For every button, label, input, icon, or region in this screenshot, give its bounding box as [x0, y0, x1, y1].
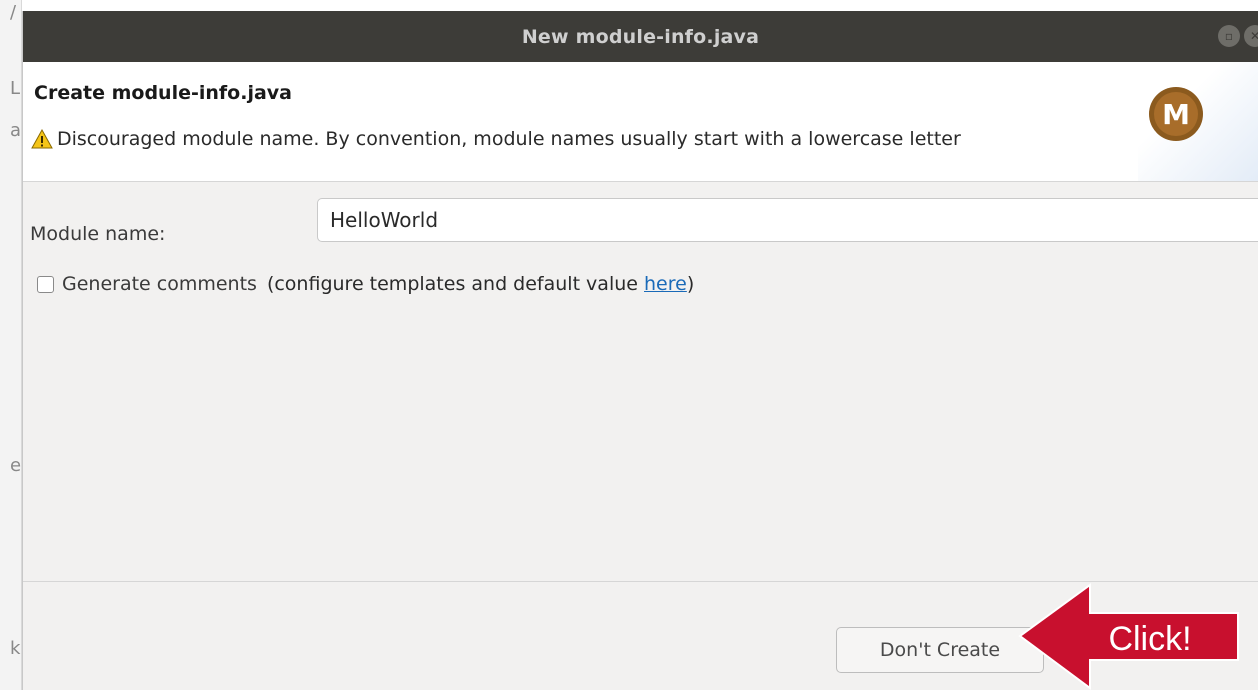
configure-hint-prefix: (configure templates and default value: [266, 273, 644, 295]
configure-hint-suffix: ): [686, 273, 695, 295]
title-bar[interactable]: New module-info.java ▫ ✕: [23, 11, 1258, 62]
background-glyph: e: [10, 455, 22, 476]
module-name-input[interactable]: [317, 198, 1258, 242]
warning-icon: [31, 129, 53, 149]
background-glyph: /: [10, 2, 17, 23]
background-window: / L a e k: [0, 0, 22, 690]
maven-logo-icon: M: [1149, 87, 1203, 141]
warning-message: Discouraged module name. By convention, …: [31, 128, 961, 150]
dont-create-button[interactable]: Don't Create: [836, 627, 1044, 673]
footer-divider: [23, 581, 1258, 582]
generate-comments-label[interactable]: Generate comments: [62, 273, 257, 295]
background-glyph: k: [10, 638, 21, 659]
generate-comments-checkbox[interactable]: [37, 275, 54, 293]
logo-letter: M: [1162, 98, 1190, 131]
module-name-row: Module name:: [30, 223, 316, 245]
background-glyph: L: [10, 78, 21, 99]
page-title: Create module-info.java: [34, 82, 292, 104]
window-controls: ▫ ✕: [1218, 25, 1258, 47]
minimize-icon[interactable]: ▫: [1218, 25, 1240, 47]
close-icon[interactable]: ✕: [1244, 25, 1258, 47]
warning-text: Discouraged module name. By convention, …: [57, 128, 961, 150]
window-title: New module-info.java: [521, 25, 760, 48]
background-glyph: a: [10, 120, 22, 141]
module-name-label: Module name:: [30, 223, 166, 245]
configure-hint: (configure templates and default value h…: [267, 273, 694, 295]
generate-comments-row: Generate comments (configure templates a…: [37, 273, 694, 295]
dialog-header: Create module-info.java Discouraged modu…: [23, 62, 1258, 182]
configure-templates-link[interactable]: here: [644, 273, 687, 295]
click-callout-label: Click!: [1108, 619, 1192, 658]
